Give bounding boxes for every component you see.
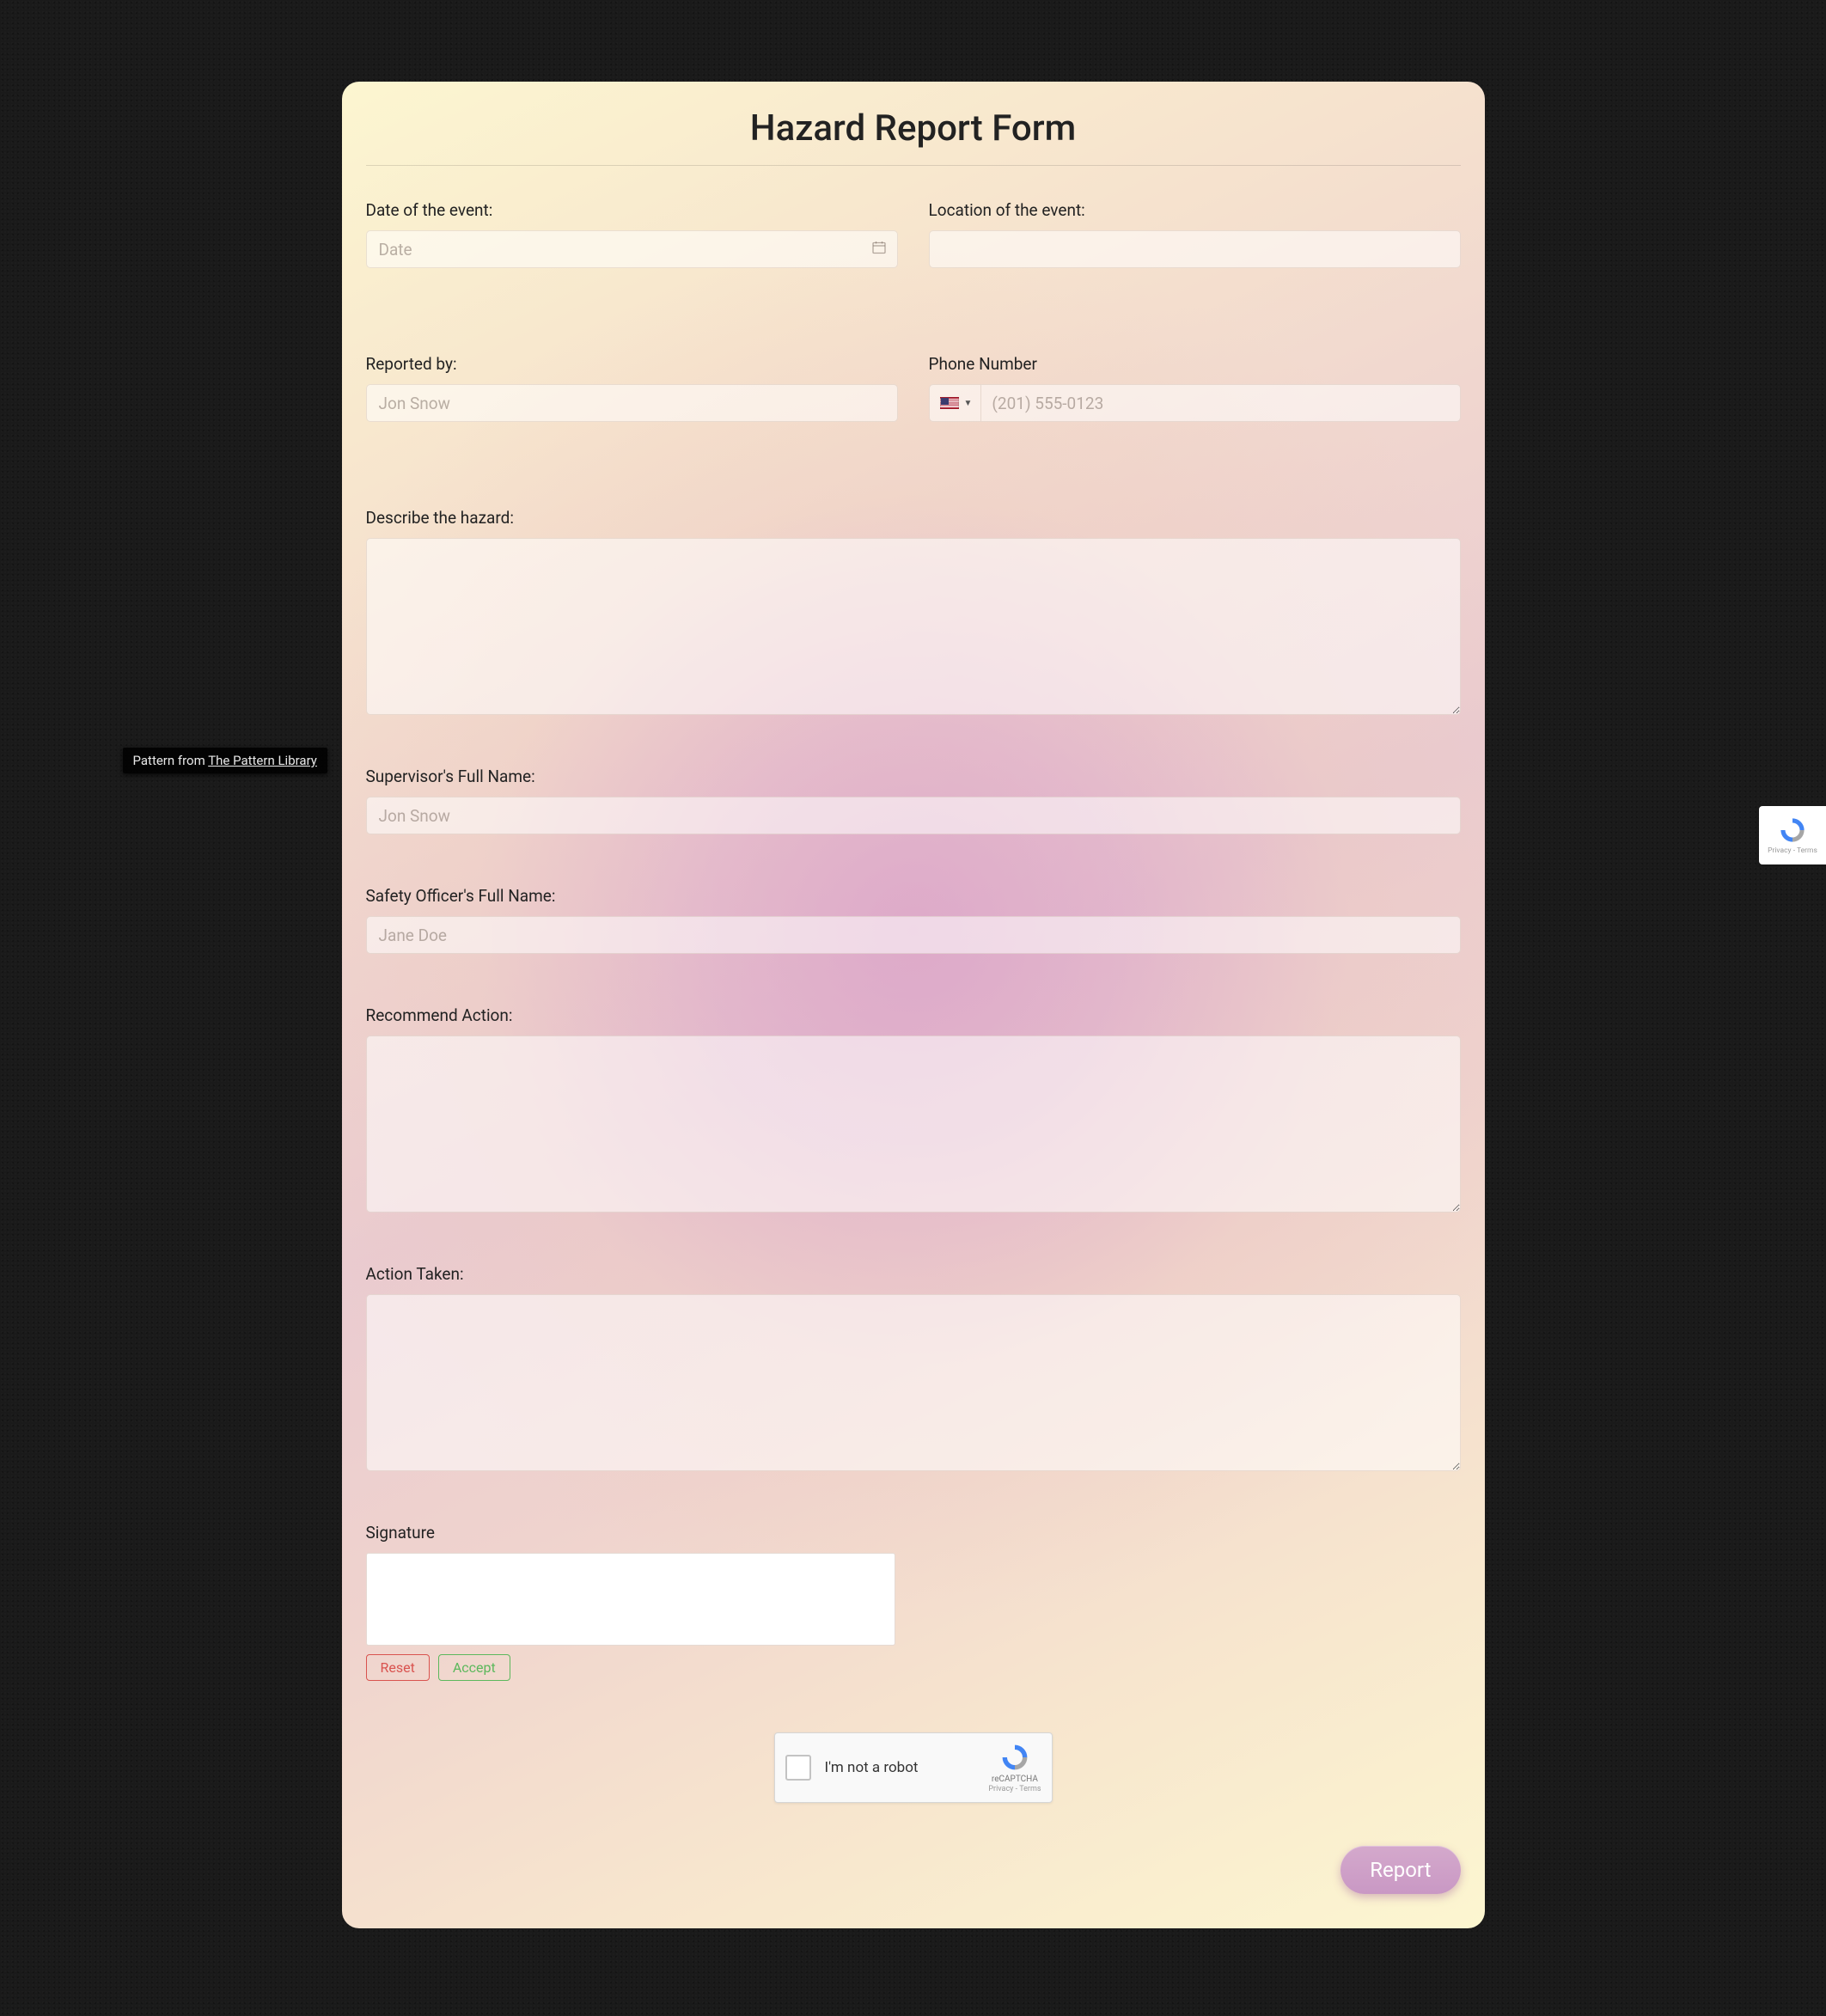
- phone-label: Phone Number: [929, 354, 1461, 374]
- action-taken-label: Action Taken:: [366, 1264, 1461, 1284]
- hazard-report-form: Hazard Report Form Date of the event: Lo…: [342, 82, 1485, 1928]
- phone-input[interactable]: [981, 385, 1459, 421]
- safety-officer-input[interactable]: [366, 916, 1461, 954]
- recaptcha-icon: [1775, 816, 1810, 845]
- recaptcha-float-terms: Privacy - Terms: [1768, 846, 1817, 855]
- location-label: Location of the event:: [929, 200, 1461, 220]
- signature-label: Signature: [366, 1523, 1461, 1543]
- date-input[interactable]: [366, 230, 898, 268]
- recommend-textarea[interactable]: [366, 1035, 1461, 1213]
- supervisor-label: Supervisor's Full Name:: [366, 767, 1461, 786]
- signature-pad[interactable]: [366, 1553, 895, 1646]
- pattern-link[interactable]: The Pattern Library: [208, 753, 317, 768]
- page-title: Hazard Report Form: [366, 101, 1461, 166]
- location-input[interactable]: [929, 230, 1461, 268]
- recaptcha-label: I'm not a robot: [825, 1759, 989, 1776]
- recaptcha-terms[interactable]: Privacy - Terms: [988, 1785, 1041, 1794]
- pattern-prefix: Pattern from: [133, 753, 209, 768]
- recaptcha-brand: reCAPTCHA Privacy - Terms: [988, 1742, 1041, 1794]
- recaptcha-widget: I'm not a robot reCAPTCHA Privacy - Term…: [774, 1732, 1053, 1803]
- action-taken-textarea[interactable]: [366, 1294, 1461, 1471]
- recommend-label: Recommend Action:: [366, 1005, 1461, 1025]
- signature-reset-button[interactable]: Reset: [366, 1654, 430, 1681]
- reported-by-label: Reported by:: [366, 354, 898, 374]
- recaptcha-floating-badge[interactable]: Privacy - Terms: [1759, 806, 1826, 864]
- recaptcha-brand-text: reCAPTCHA: [992, 1775, 1038, 1785]
- recaptcha-checkbox[interactable]: [785, 1755, 811, 1781]
- hazard-label: Describe the hazard:: [366, 508, 1461, 528]
- signature-accept-button[interactable]: Accept: [438, 1654, 510, 1681]
- pattern-attribution-badge: Pattern from The Pattern Library: [123, 748, 327, 773]
- chevron-down-icon: ▼: [964, 399, 973, 408]
- safety-officer-label: Safety Officer's Full Name:: [366, 886, 1461, 906]
- supervisor-input[interactable]: [366, 797, 1461, 834]
- phone-field: ▼: [929, 384, 1461, 422]
- phone-country-dropdown[interactable]: ▼: [930, 385, 982, 421]
- report-submit-button[interactable]: Report: [1340, 1846, 1460, 1894]
- reported-by-input[interactable]: [366, 384, 898, 422]
- hazard-textarea[interactable]: [366, 538, 1461, 715]
- date-label: Date of the event:: [366, 200, 898, 220]
- recaptcha-icon: [999, 1742, 1030, 1773]
- flag-us-icon: [940, 397, 959, 409]
